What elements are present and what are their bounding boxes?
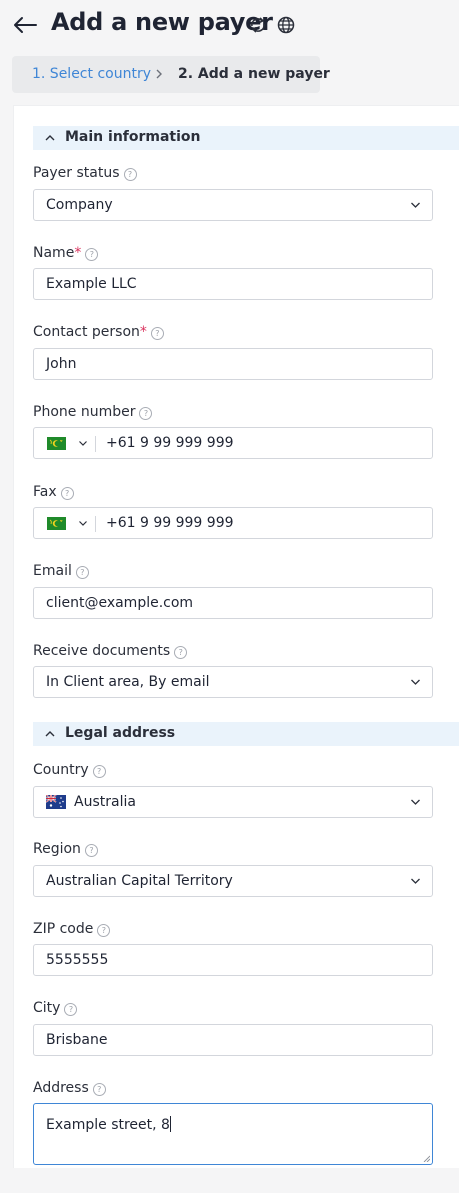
section-legal-address[interactable]: Legal address xyxy=(33,722,459,746)
chevron-down-icon xyxy=(411,202,420,208)
help-icon[interactable]: ? xyxy=(60,487,74,500)
help-icon[interactable]: ? xyxy=(139,407,153,420)
help-icon[interactable]: ? xyxy=(92,1083,106,1096)
address-textarea[interactable]: Example street, 8 xyxy=(33,1103,433,1165)
divider xyxy=(95,516,96,532)
page-header: Add a new payer xyxy=(0,0,459,52)
payer-status-select[interactable]: Company xyxy=(33,189,433,221)
chevron-right-icon xyxy=(156,69,162,79)
step-select-country[interactable]: 1. Select country xyxy=(32,66,151,82)
help-icon[interactable]: ? xyxy=(174,646,188,659)
chevron-up-icon xyxy=(45,731,55,737)
city-label: City? xyxy=(33,1000,78,1016)
chevron-up-icon xyxy=(45,135,55,141)
help-icon[interactable]: ? xyxy=(75,566,89,579)
chevron-down-icon xyxy=(411,799,420,805)
phone-number-label: Phone number? xyxy=(33,404,153,420)
page-title: Add a new payer xyxy=(51,8,273,36)
help-icon[interactable]: ? xyxy=(123,168,137,181)
fax-label: Fax? xyxy=(33,484,74,500)
step-add-payer: 2. Add a new payer xyxy=(178,66,330,82)
text-caret xyxy=(169,1116,171,1132)
contact-person-label: Contact person*? xyxy=(33,324,164,340)
region-label: Region? xyxy=(33,841,98,857)
cocos-islands-flag-icon[interactable] xyxy=(47,437,66,450)
chevron-down-icon[interactable] xyxy=(78,440,88,447)
help-icon[interactable]: ? xyxy=(150,327,164,340)
cocos-islands-flag-icon[interactable] xyxy=(47,517,66,530)
australia-flag-icon xyxy=(46,795,66,809)
zip-code-label: ZIP code? xyxy=(33,921,111,937)
name-input[interactable]: Example LLC xyxy=(33,268,433,300)
fax-input[interactable]: +61 9 99 999 999 xyxy=(33,507,433,539)
email-label: Email? xyxy=(33,563,89,579)
wizard-steps: 1. Select country 2. Add a new payer xyxy=(12,56,330,93)
chevron-down-icon xyxy=(411,679,420,685)
receive-documents-label: Receive documents? xyxy=(33,643,188,659)
divider xyxy=(95,436,96,452)
address-label: Address? xyxy=(33,1080,106,1096)
country-label: Country? xyxy=(33,762,106,778)
section-title: Legal address xyxy=(65,725,176,741)
refresh-icon[interactable] xyxy=(248,14,268,36)
zip-code-input[interactable]: 5555555 xyxy=(33,944,433,976)
receive-documents-select[interactable]: In Client area, By email xyxy=(33,666,433,698)
payer-status-label: Payer status? xyxy=(33,165,137,181)
name-label: Name*? xyxy=(33,245,99,261)
form-card xyxy=(13,105,459,1168)
help-icon[interactable]: ? xyxy=(85,248,99,261)
country-select[interactable]: Australia xyxy=(33,786,433,818)
chevron-down-icon[interactable] xyxy=(78,520,88,527)
city-input[interactable]: Brisbane xyxy=(33,1024,433,1056)
help-icon[interactable]: ? xyxy=(97,924,111,937)
contact-person-input[interactable]: John xyxy=(33,348,433,380)
resize-grip-icon[interactable] xyxy=(423,1155,430,1162)
help-icon[interactable]: ? xyxy=(64,1003,78,1016)
email-input[interactable]: client@example.com xyxy=(33,587,433,619)
chevron-down-icon xyxy=(411,878,420,884)
help-icon[interactable]: ? xyxy=(92,765,106,778)
phone-number-input[interactable]: +61 9 99 999 999 xyxy=(33,427,433,459)
region-select[interactable]: Australian Capital Territory xyxy=(33,865,433,897)
section-title: Main information xyxy=(65,129,201,145)
help-icon[interactable]: ? xyxy=(84,844,98,857)
section-main-information[interactable]: Main information xyxy=(33,126,459,150)
back-arrow-icon[interactable] xyxy=(10,10,40,40)
globe-icon[interactable] xyxy=(276,14,296,36)
